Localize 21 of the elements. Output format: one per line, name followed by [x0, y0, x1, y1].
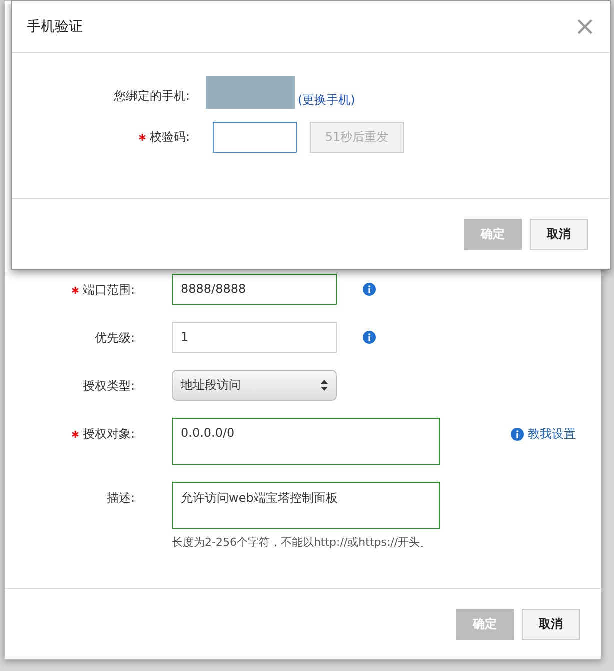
field-label: 端口范围: [5, 274, 135, 299]
field-label: 校验码: [12, 129, 190, 146]
text-area[interactable]: 允许访问web端宝塔控制面板 [172, 482, 440, 529]
dialog-title: 手机验证 [27, 18, 83, 36]
field-label: 授权对象: [5, 418, 135, 443]
hint-text: 长度为2-256个字符，不能以http://或https://开头。 [172, 535, 432, 550]
change-phone-link[interactable]: (更换手机) [298, 92, 356, 109]
input-field[interactable]: 8888/8888 [172, 274, 337, 305]
code-input[interactable] [213, 122, 297, 153]
input-field[interactable]: 1 [172, 322, 337, 353]
text-area[interactable]: 0.0.0.0/0 [172, 418, 440, 465]
field-label: 您绑定的手机: [112, 88, 190, 105]
updown-arrow-icon [321, 380, 328, 391]
field-label: 描述: [106, 490, 135, 507]
cancel-button[interactable]: 取消 [530, 218, 588, 250]
help-link[interactable]: 教我设置 [511, 418, 601, 443]
info-icon [511, 428, 524, 441]
select-field[interactable]: 地址段访问 [172, 370, 337, 401]
cancel-button[interactable]: 取消 [522, 608, 580, 640]
field-label: 优先级: [94, 330, 135, 347]
field-label: 授权类型: [82, 378, 135, 395]
